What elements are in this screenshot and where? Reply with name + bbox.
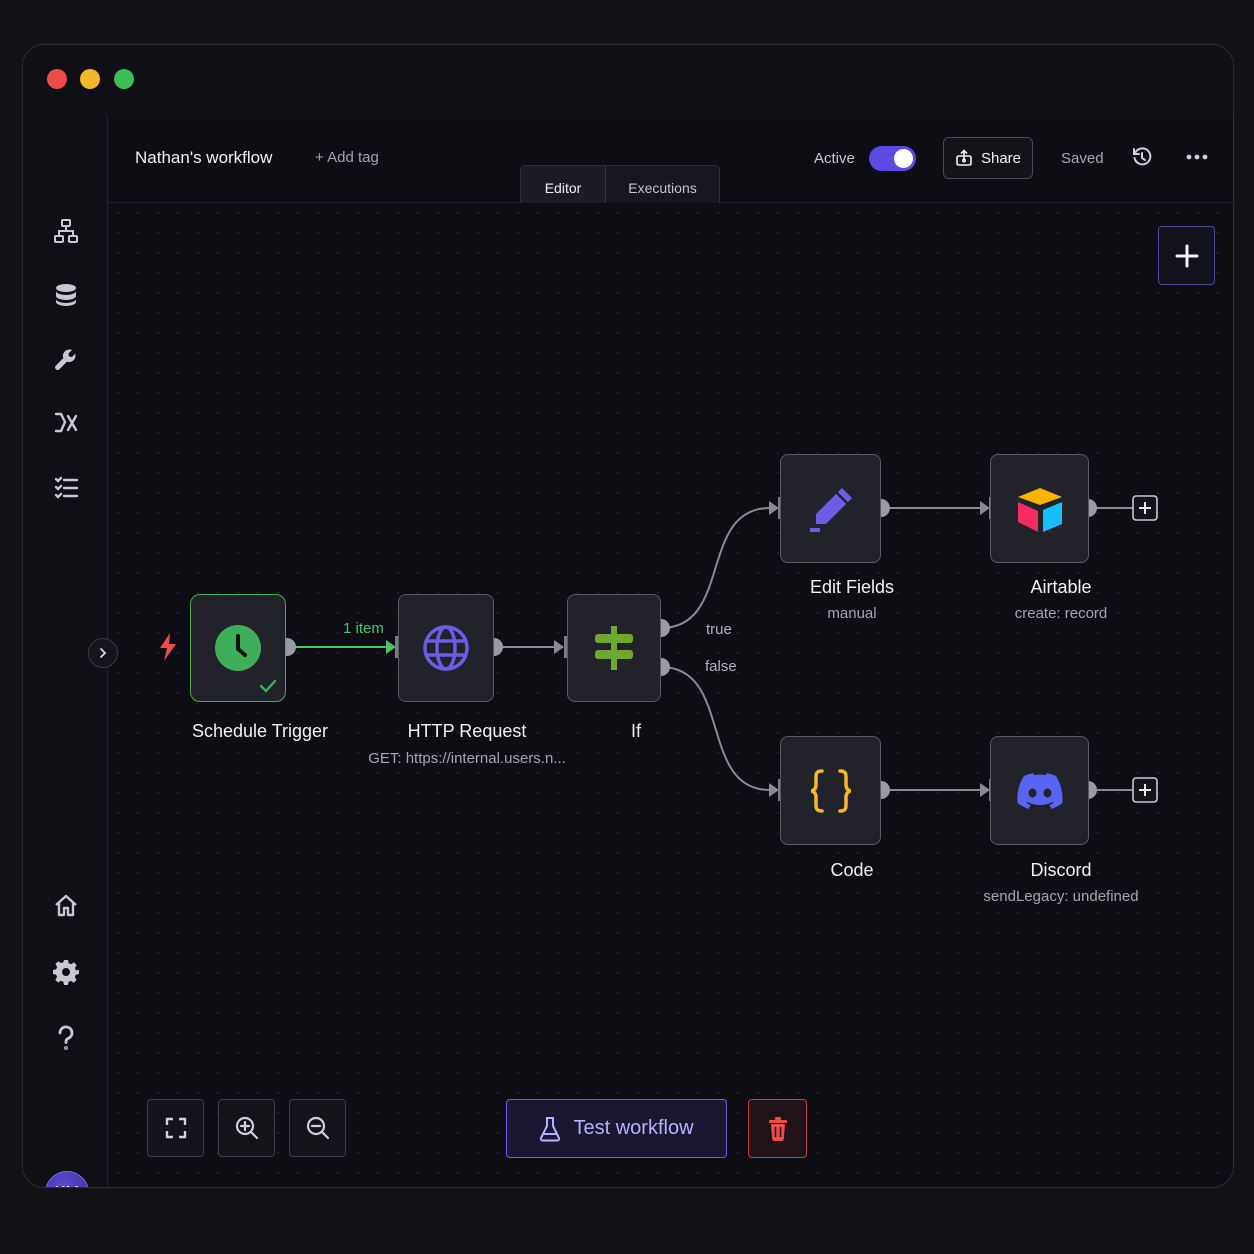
node-title: If xyxy=(630,721,642,741)
node-code[interactable] xyxy=(780,736,881,845)
share-button[interactable]: Share xyxy=(943,137,1033,179)
node-title: Edit Fields xyxy=(809,577,895,597)
zoom-in-button[interactable] xyxy=(218,1099,275,1157)
delete-button[interactable] xyxy=(748,1099,807,1158)
chevron-right-icon xyxy=(100,648,107,658)
zoom-out-icon xyxy=(306,1116,329,1140)
workflows-icon[interactable] xyxy=(53,218,79,244)
variables-icon[interactable] xyxy=(53,410,79,436)
edge-arrow xyxy=(386,640,396,654)
braces-icon xyxy=(810,768,851,813)
node-schedule-trigger[interactable] xyxy=(190,594,286,702)
node-subtitle: GET: https://internal.users.n... xyxy=(368,750,566,767)
branch-label-false: false xyxy=(705,658,737,675)
node-title: Airtable xyxy=(1030,577,1092,597)
add-after-airtable-icon[interactable] xyxy=(1132,495,1158,521)
node-airtable[interactable] xyxy=(990,454,1089,563)
fit-view-button[interactable] xyxy=(147,1099,204,1157)
discord-icon xyxy=(1016,772,1063,809)
user-avatar[interactable]: KM xyxy=(45,1171,89,1187)
node-http-request[interactable] xyxy=(398,594,494,702)
zoom-out-button[interactable] xyxy=(289,1099,346,1157)
globe-icon xyxy=(423,625,469,671)
edge-item-count: 1 item xyxy=(343,620,384,637)
app-window: KM Nathan's workflow + Add tag Active Sh… xyxy=(22,44,1234,1188)
trash-icon xyxy=(768,1116,787,1141)
add-tag-link[interactable]: + Add tag xyxy=(315,149,379,166)
active-label: Active xyxy=(814,150,855,167)
history-icon[interactable] xyxy=(1130,145,1154,169)
node-title: HTTP Request xyxy=(407,721,527,741)
more-options-icon[interactable] xyxy=(1184,145,1210,169)
node-title: Code xyxy=(830,860,874,880)
wrench-icon[interactable] xyxy=(53,346,79,372)
credentials-icon[interactable] xyxy=(53,282,79,308)
clock-icon xyxy=(215,625,261,671)
home-icon[interactable] xyxy=(53,893,79,919)
node-subtitle: manual xyxy=(827,605,877,622)
fullscreen-icon xyxy=(165,1117,186,1139)
title-bar xyxy=(23,45,1233,116)
node-subtitle: sendLegacy: undefined xyxy=(983,888,1139,905)
share-icon xyxy=(956,149,972,166)
node-subtitle: create: record xyxy=(1014,605,1108,622)
sidebar-expand-button[interactable] xyxy=(88,638,118,668)
executions-list-icon[interactable] xyxy=(53,474,79,500)
minimize-window-button[interactable] xyxy=(80,69,100,89)
close-window-button[interactable] xyxy=(47,69,67,89)
add-after-discord-icon[interactable] xyxy=(1132,777,1158,803)
node-edit-fields[interactable] xyxy=(780,454,881,563)
node-title: Schedule Trigger xyxy=(191,721,329,741)
maximize-window-button[interactable] xyxy=(114,69,134,89)
node-title: Discord xyxy=(1030,860,1092,880)
edge-if-true xyxy=(660,507,771,629)
user-initials: KM xyxy=(55,1184,79,1187)
settings-gear-icon[interactable] xyxy=(53,959,79,985)
flask-icon xyxy=(540,1116,561,1141)
active-toggle[interactable] xyxy=(869,146,916,171)
branch-label-true: true xyxy=(706,621,732,638)
test-workflow-label: Test workflow xyxy=(573,1117,694,1139)
workflow-canvas[interactable]: Schedule Trigger 1 item HTTP Request GET… xyxy=(108,203,1233,1187)
workflow-name[interactable]: Nathan's workflow xyxy=(135,148,272,168)
test-workflow-button[interactable]: Test workflow xyxy=(506,1099,727,1158)
node-discord[interactable] xyxy=(990,736,1089,845)
saved-status: Saved xyxy=(1061,150,1104,167)
airtable-icon xyxy=(1017,487,1062,532)
help-icon[interactable] xyxy=(53,1025,79,1051)
toggle-knob xyxy=(894,149,913,168)
edge-if-false xyxy=(660,666,771,791)
share-label: Share xyxy=(980,149,1022,167)
trigger-lightning-icon xyxy=(160,633,176,661)
pencil-icon xyxy=(809,487,852,532)
signpost-icon xyxy=(595,626,633,670)
success-check-icon xyxy=(259,679,277,693)
node-if[interactable] xyxy=(567,594,661,702)
zoom-in-icon xyxy=(235,1116,258,1140)
